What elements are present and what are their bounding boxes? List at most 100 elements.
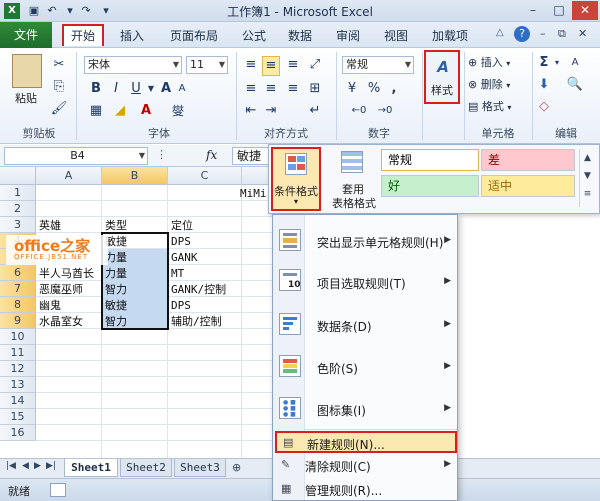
cell-c6[interactable]: MT xyxy=(169,266,241,282)
format-as-table-button[interactable]: 套用 表格格式 xyxy=(327,147,379,211)
row-header[interactable]: 1 xyxy=(0,185,36,201)
menu-item-manage-rules[interactable]: ▦ 管理规则(R)... xyxy=(273,479,459,501)
align-top-icon[interactable]: ≡ xyxy=(242,56,260,74)
row-header[interactable]: 13 xyxy=(0,377,36,393)
cell-b7[interactable]: 智力 xyxy=(103,282,167,298)
row-header[interactable]: 6 xyxy=(0,265,36,281)
row-header[interactable]: 15 xyxy=(0,409,36,425)
select-all-corner[interactable] xyxy=(0,167,36,185)
last-sheet-icon[interactable]: ▶| xyxy=(46,461,56,471)
tab-data[interactable]: 数据 xyxy=(282,26,318,46)
column-header-a[interactable]: A xyxy=(36,167,102,185)
row-header[interactable]: 12 xyxy=(0,361,36,377)
ribbon-collapse-icon[interactable]: △ xyxy=(496,27,504,38)
cell-a8[interactable]: 幽鬼 xyxy=(37,298,101,314)
wrap-text-icon[interactable]: ↵ xyxy=(306,102,324,120)
percent-icon[interactable]: % xyxy=(366,80,382,98)
decrease-decimal-icon[interactable]: →0 xyxy=(374,102,396,120)
bold-button[interactable]: B xyxy=(88,80,104,98)
row-header[interactable]: 8 xyxy=(0,297,36,313)
column-header-c[interactable]: C xyxy=(168,167,242,185)
cell-b6[interactable]: 力量 xyxy=(103,266,167,282)
cell-d1[interactable]: MiMi xyxy=(238,186,272,202)
cell-c4[interactable]: DPS xyxy=(169,234,241,250)
cut-icon[interactable]: ✂ xyxy=(50,56,68,74)
cell-b5[interactable]: 力量 xyxy=(103,250,167,266)
underline-button[interactable]: U xyxy=(128,80,144,98)
font-color-icon[interactable]: A xyxy=(138,102,154,120)
insert-function-icon[interactable]: fx xyxy=(206,148,217,162)
align-left-icon[interactable]: ≡ xyxy=(242,80,260,98)
orientation-icon[interactable]: ⤢ xyxy=(306,56,324,74)
row-header[interactable]: 10 xyxy=(0,329,36,345)
row-header[interactable]: 9 xyxy=(0,313,36,329)
first-sheet-icon[interactable]: |◀ xyxy=(6,461,16,471)
tab-addins[interactable]: 加载项 xyxy=(426,26,474,46)
cell-style-normal[interactable]: 常规 xyxy=(381,149,479,171)
fill-icon[interactable]: ⬇ xyxy=(536,76,552,94)
conditional-formatting-button[interactable]: 条件格式 ▾ xyxy=(271,147,321,211)
row-header[interactable]: 3 xyxy=(0,217,36,233)
grow-font-icon[interactable]: A xyxy=(158,80,174,98)
sheet-tab-2[interactable]: Sheet2 xyxy=(120,459,172,477)
format-cells-button[interactable]: ▤ 格式 ▾ xyxy=(468,98,526,116)
cell-b8[interactable]: 敏捷 xyxy=(103,298,167,314)
menu-item-clear-rules[interactable]: ✎ 清除规则(C) ▶ xyxy=(273,455,459,477)
workbook-close-icon[interactable]: ✕ xyxy=(578,27,587,40)
row-header[interactable]: 2 xyxy=(0,201,36,217)
ribbon-restore-icon[interactable]: ⧉ xyxy=(558,27,566,41)
sort-filter-icon[interactable]: A xyxy=(566,54,584,72)
currency-icon[interactable]: ¥ xyxy=(342,80,362,98)
increase-decimal-icon[interactable]: ←0 xyxy=(348,102,370,120)
tab-page-layout[interactable]: 页面布局 xyxy=(162,26,226,46)
font-name-select[interactable]: 宋体 ▼ xyxy=(84,56,182,74)
row-header[interactable]: 14 xyxy=(0,393,36,409)
align-bottom-icon[interactable]: ≡ xyxy=(284,56,302,74)
row-header[interactable]: 16 xyxy=(0,425,36,441)
find-select-icon[interactable]: 🔍 xyxy=(566,76,584,94)
paste-button-label[interactable]: 粘贴 xyxy=(4,90,48,106)
next-sheet-icon[interactable]: ▶ xyxy=(34,461,41,471)
comma-style-icon[interactable]: , xyxy=(386,80,402,98)
cell-c7[interactable]: GANK/控制 xyxy=(169,282,241,298)
cell-style-good[interactable]: 好 xyxy=(381,175,479,197)
column-header-b[interactable]: B xyxy=(102,167,168,185)
merge-cells-icon[interactable]: ⊞ xyxy=(306,80,324,98)
align-center-icon[interactable]: ≡ xyxy=(262,80,280,98)
menu-item-top-bottom-rules[interactable]: 10 项目选取规则(T) ▶ xyxy=(273,263,459,301)
cell-a7[interactable]: 恶魔巫师 xyxy=(37,282,101,298)
clear-icon[interactable]: ◇ xyxy=(536,98,552,116)
increase-indent-icon[interactable]: ⇥ xyxy=(262,102,280,120)
number-format-select[interactable]: 常规 ▼ xyxy=(342,56,414,74)
cell-c5[interactable]: GANK xyxy=(169,250,241,266)
close-button[interactable]: ✕ xyxy=(572,1,598,20)
cell-c3[interactable]: 定位 xyxy=(169,218,241,234)
cell-a6[interactable]: 半人马酋长 xyxy=(37,266,101,282)
cell-c8[interactable]: DPS xyxy=(169,298,241,314)
tab-formulas[interactable]: 公式 xyxy=(236,26,272,46)
menu-item-color-scales[interactable]: 色阶(S) ▶ xyxy=(273,349,459,385)
delete-cells-button[interactable]: ⊗ 删除 ▾ xyxy=(468,76,526,94)
sheet-tab-1[interactable]: Sheet1 xyxy=(64,459,118,477)
shrink-font-icon[interactable]: A xyxy=(174,80,190,98)
new-sheet-icon[interactable]: ⊕ xyxy=(232,461,241,474)
insert-cells-button[interactable]: ⊕ 插入 ▾ xyxy=(468,54,526,72)
cell-a9[interactable]: 水晶室女 xyxy=(37,314,101,330)
maximize-button[interactable]: □ xyxy=(546,1,572,20)
menu-item-highlight-cells-rules[interactable]: 突出显示单元格规则(H) ▶ xyxy=(273,223,459,259)
tab-view[interactable]: 视图 xyxy=(378,26,414,46)
fill-color-icon[interactable]: ◢ xyxy=(112,102,128,120)
decrease-indent-icon[interactable]: ⇤ xyxy=(242,102,260,120)
tab-home[interactable]: 开始 xyxy=(62,24,104,46)
tab-review[interactable]: 审阅 xyxy=(330,26,366,46)
cell-a3[interactable]: 英雄 xyxy=(37,218,101,234)
help-icon[interactable]: ? xyxy=(514,26,530,42)
macro-record-icon[interactable] xyxy=(50,483,66,497)
tab-insert[interactable]: 插入 xyxy=(114,26,150,46)
tab-file[interactable]: 文件 xyxy=(0,22,52,48)
ribbon-minimize-icon[interactable]: – xyxy=(540,27,546,40)
menu-item-icon-sets[interactable]: ● ■ ● ■ ● ■ 图标集(I) ▶ xyxy=(273,391,459,427)
copy-icon[interactable]: ⎘ xyxy=(50,78,68,96)
menu-item-data-bars[interactable]: 数据条(D) ▶ xyxy=(273,307,459,343)
align-right-icon[interactable]: ≡ xyxy=(284,80,302,98)
